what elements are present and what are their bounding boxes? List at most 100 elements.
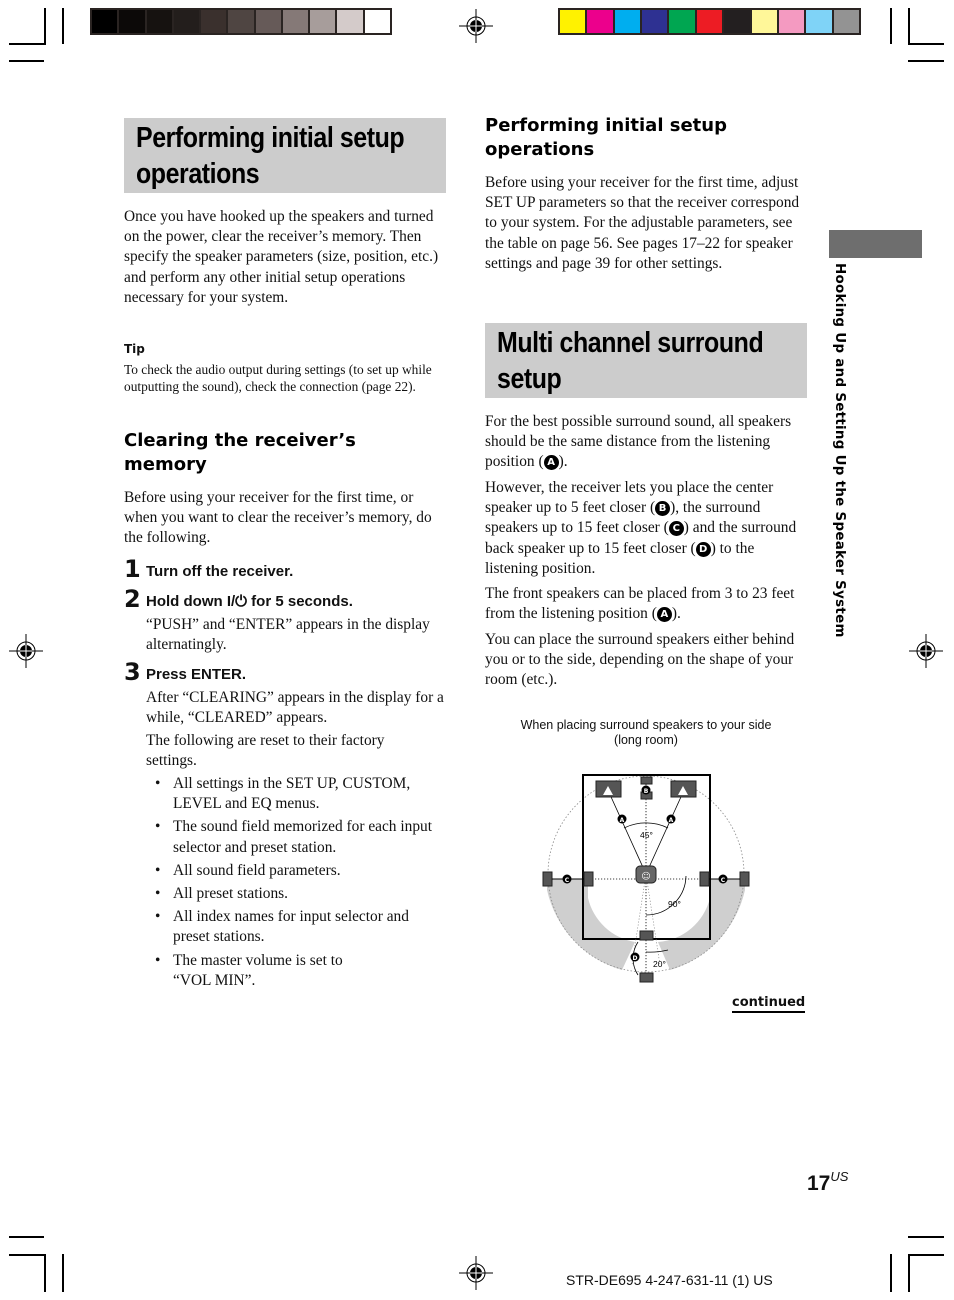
caption-line: When placing surround speakers to your s… — [520, 718, 772, 732]
color-swatch — [778, 10, 805, 33]
page-number-value: 17 — [807, 1172, 831, 1195]
section-tab — [829, 230, 922, 258]
tip-text: To check the audio output during setting… — [124, 362, 432, 394]
svg-text:A: A — [620, 817, 625, 824]
clearing-intro: Before using your receiver for the first… — [124, 489, 432, 547]
section-title: Performing initial setup operations — [136, 122, 405, 190]
color-swatch — [587, 10, 613, 33]
crop-mark — [44, 1254, 46, 1292]
color-swatch — [282, 10, 309, 33]
color-swatch — [119, 10, 145, 33]
step-number: 3 — [124, 658, 141, 686]
crop-mark — [9, 60, 44, 62]
marker-a-icon: A — [656, 607, 672, 623]
crop-mark — [908, 8, 910, 44]
list-item: All index names for input selector and p… — [146, 907, 446, 947]
room-outline — [582, 774, 711, 940]
registration-mark-icon — [459, 9, 493, 43]
initial-setup-paragraph: Before using your receiver for the first… — [485, 174, 800, 272]
diagram-caption: When placing surround speakers to your s… — [486, 718, 806, 748]
crop-mark — [890, 1254, 892, 1292]
color-swatch — [364, 10, 390, 33]
step-title: Press ENTER. — [146, 666, 247, 683]
color-swatch — [724, 10, 750, 33]
surround-back-outer-speaker-icon — [639, 972, 654, 983]
crop-mark — [908, 1254, 944, 1256]
color-swatch — [92, 10, 118, 33]
step-3: 3 Press ENTER. — [124, 658, 446, 686]
crop-mark — [44, 8, 46, 44]
color-swatch — [696, 10, 723, 33]
color-swatch — [146, 10, 172, 33]
color-swatch — [642, 10, 668, 33]
surround-right-outer-speaker-icon — [739, 871, 750, 887]
color-swatch — [751, 10, 777, 33]
color-swatch — [833, 10, 859, 33]
angle-back-label: 20° — [653, 959, 666, 969]
color-calibration-bar — [558, 8, 861, 35]
surround-back-inner-speaker-icon — [639, 930, 654, 941]
grayscale-calibration-bar — [90, 8, 392, 35]
surround-right-inner-speaker-icon — [699, 871, 710, 887]
color-swatch — [228, 10, 254, 33]
caption-line: (long room) — [614, 733, 678, 747]
subheading-clearing-memory: Clearing the receiver’s memory — [124, 430, 356, 475]
marker-b-icon: B — [655, 501, 671, 517]
section-tab-label: Hooking Up and Setting Up the Speaker Sy… — [832, 263, 847, 638]
step-title: Turn off the receiver. — [146, 563, 294, 580]
section-title: Multi channel surround setup — [497, 327, 764, 395]
svg-text:D: D — [633, 955, 638, 962]
intro-paragraph: Once you have hooked up the speakers and… — [124, 208, 439, 306]
color-swatch — [201, 10, 227, 33]
step-2: 2 Hold down I/⏻ for 5 seconds. — [124, 585, 446, 613]
page-number: 17US — [807, 1169, 848, 1196]
step-2-body: “PUSH” and “ENTER” appears in the displa… — [146, 616, 430, 654]
registration-mark-icon — [9, 634, 43, 668]
angle-front-label: 45° — [640, 830, 653, 840]
crop-mark — [62, 8, 64, 44]
color-swatch — [806, 10, 832, 33]
subheading-initial-setup: Performing initial setup operations — [485, 115, 727, 160]
surround-zone — [547, 879, 635, 970]
marker-a-icon: A — [543, 455, 559, 471]
surround-left-outer-speaker-icon — [542, 871, 553, 887]
svg-text:☺: ☺ — [641, 871, 650, 882]
crop-mark — [908, 1236, 944, 1238]
step-title: Hold down I/⏻ for 5 seconds. — [146, 593, 353, 610]
surround-paragraph-3: The front speakers can be placed from 3 … — [485, 584, 807, 624]
color-swatch — [337, 10, 363, 33]
surround-left-inner-speaker-icon — [583, 871, 594, 887]
svg-text:A: A — [669, 817, 674, 824]
crop-mark — [9, 1254, 46, 1256]
color-swatch — [669, 10, 695, 33]
text: ). — [558, 453, 568, 471]
crop-mark — [908, 1254, 910, 1292]
crop-mark — [9, 43, 46, 45]
step-3-body: The following are reset to their factory… — [146, 732, 385, 770]
surround-paragraph-2: However, the receiver lets you place the… — [485, 478, 807, 579]
section-title-box: Performing initial setup operations — [124, 118, 446, 193]
reset-items-list: All settings in the SET UP, CUSTOM, LEVE… — [146, 774, 446, 994]
continued-label: continued — [732, 995, 806, 1013]
crop-mark — [9, 1236, 44, 1238]
color-swatch — [310, 10, 336, 33]
svg-text:B: B — [644, 788, 649, 795]
surround-paragraph-4: You can place the surround speakers eith… — [485, 631, 795, 689]
text: For the best possible surround sound, al… — [485, 413, 792, 471]
list-item: All preset stations. — [146, 884, 446, 904]
section-title-box: Multi channel surround setup — [485, 323, 807, 398]
crop-mark — [908, 43, 944, 45]
step-number: 2 — [124, 585, 141, 613]
step-3-body: After “CLEARING” appears in the display … — [146, 689, 444, 727]
registration-mark-icon — [909, 634, 943, 668]
crop-mark — [62, 1254, 64, 1292]
angle-side-label: 90° — [668, 899, 681, 909]
tip-label: Tip — [124, 342, 145, 356]
center-speaker-icon — [640, 776, 653, 785]
step-1: 1 Turn off the receiver. — [124, 555, 446, 583]
list-item: The master volume is set to “VOL MIN”. — [146, 951, 373, 991]
text: The front speakers can be placed from 3 … — [485, 585, 795, 623]
text: ). — [671, 605, 681, 623]
color-swatch — [255, 10, 281, 33]
surround-zone — [658, 879, 745, 970]
